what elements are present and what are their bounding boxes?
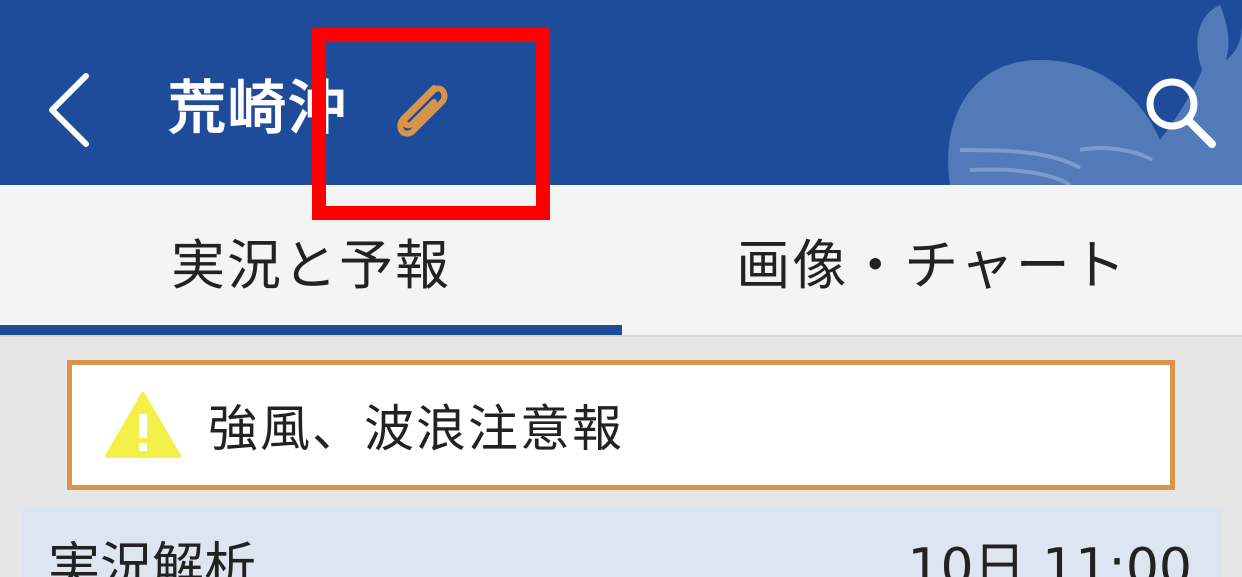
attachment-button[interactable]	[382, 72, 462, 152]
chevron-left-icon	[49, 73, 89, 147]
analysis-label: 実況解析	[48, 538, 257, 577]
tab-divider	[0, 335, 1242, 337]
warning-text: 強風、波浪注意報	[208, 400, 624, 458]
paperclip-icon	[397, 85, 448, 137]
back-button[interactable]	[34, 70, 104, 150]
tab-images-charts[interactable]: 画像・チャート	[622, 185, 1242, 335]
page-title: 荒崎沖	[168, 74, 349, 142]
warning-triangle-icon	[105, 392, 181, 458]
search-button[interactable]	[1140, 72, 1220, 152]
app-header: 荒崎沖	[0, 0, 1242, 185]
tab-bar: 実況と予報 画像・チャート	[0, 185, 1242, 337]
analysis-time: 10日 11:00	[907, 538, 1192, 577]
search-icon	[1146, 78, 1216, 148]
tab-observation-forecast[interactable]: 実況と予報	[0, 185, 622, 335]
analysis-row: 実況解析 10日 11:00	[22, 508, 1222, 577]
active-tab-indicator	[0, 325, 622, 335]
warning-banner[interactable]: 強風、波浪注意報	[67, 360, 1175, 490]
